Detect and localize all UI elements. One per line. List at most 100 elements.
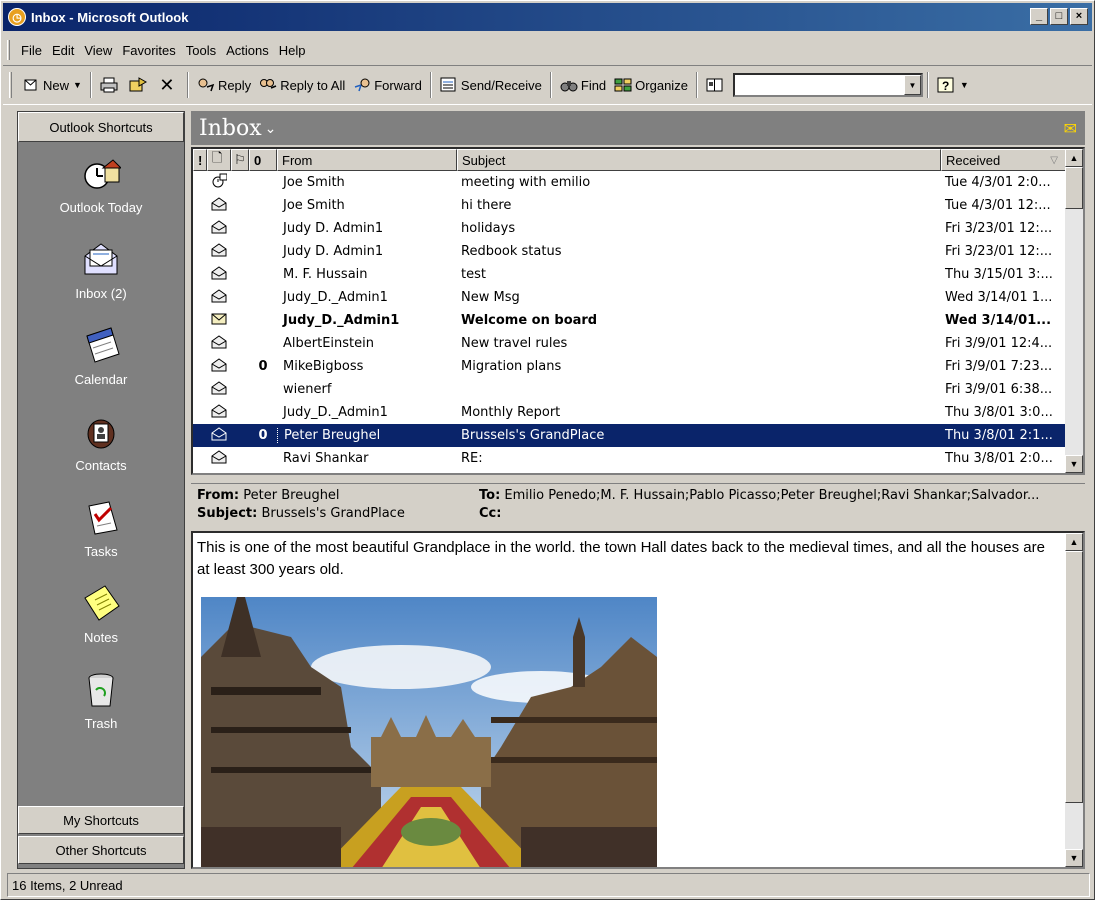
- minimize-button[interactable]: _: [1030, 8, 1048, 25]
- toolbar-separator: [926, 72, 929, 98]
- importance-column-header[interactable]: !: [193, 149, 207, 171]
- other-shortcuts-button[interactable]: Other Shortcuts: [18, 836, 184, 864]
- shortcut-contacts[interactable]: Contacts: [18, 412, 184, 473]
- toolbar-grip[interactable]: [9, 72, 12, 98]
- shortcut-notes[interactable]: Notes: [18, 584, 184, 645]
- menu-file[interactable]: File: [16, 41, 47, 60]
- from-cell: wienerf: [283, 382, 332, 397]
- message-row[interactable]: Ravi Shankar RE: Thu 3/8/01 2:0...: [193, 447, 1067, 470]
- to-value[interactable]: Emilio Penedo;M. F. Hussain;Pablo Picass…: [504, 488, 1039, 503]
- shortcut-label: Trash: [84, 716, 118, 731]
- message-row[interactable]: Judy_D._Admin1 Monthly Report Thu 3/8/01 3…: [193, 401, 1067, 424]
- print-button[interactable]: [96, 71, 125, 99]
- shortcut-inbox[interactable]: Inbox (2): [18, 240, 184, 301]
- toolbar-separator: [186, 72, 189, 98]
- scroll-down-button[interactable]: ▼: [1065, 455, 1083, 473]
- shortcut-trash[interactable]: Trash: [18, 670, 184, 731]
- chevron-down-icon[interactable]: ▼: [903, 75, 921, 95]
- find-button[interactable]: Find: [556, 71, 610, 99]
- subject-cell: hi there: [461, 198, 512, 213]
- outlook-app-icon[interactable]: ◷: [8, 8, 26, 26]
- shortcut-calendar[interactable]: Calendar: [18, 326, 184, 387]
- maximize-button[interactable]: □: [1050, 8, 1068, 25]
- message-row[interactable]: 0 MikeBigboss Migration plans Fri 3/9/01 7:…: [193, 355, 1067, 378]
- delete-button[interactable]: ✕: [154, 71, 183, 99]
- scroll-up-button[interactable]: ▲: [1065, 533, 1083, 551]
- menu-help[interactable]: Help: [274, 41, 311, 60]
- folder-dropdown-icon[interactable]: ⌄: [265, 120, 277, 137]
- help-button[interactable]: ? ▼: [933, 71, 973, 99]
- forward-button[interactable]: Forward: [349, 71, 426, 99]
- from-column-header[interactable]: From: [277, 149, 457, 171]
- organize-button[interactable]: Organize: [610, 71, 692, 99]
- received-cell: Wed 3/14/01...: [945, 313, 1052, 328]
- message-type-cell: [207, 242, 231, 261]
- from-cell: Joe Smith: [283, 198, 345, 213]
- message-type-cell: [207, 313, 231, 329]
- move-to-folder-button[interactable]: [125, 71, 154, 99]
- shortcut-outlook-today[interactable]: Outlook Today: [18, 154, 184, 215]
- address-book-icon: [706, 77, 724, 93]
- menu-favorites[interactable]: Favorites: [117, 41, 180, 60]
- received-label: Received: [946, 152, 1001, 168]
- message-list-scrollbar[interactable]: ▲ ▼: [1065, 149, 1083, 473]
- message-row[interactable]: Judy_D._Admin1 New Msg Wed 3/14/01 1...: [193, 286, 1067, 309]
- scroll-up-button[interactable]: ▲: [1065, 149, 1083, 167]
- scroll-thumb[interactable]: [1065, 551, 1083, 803]
- shortcut-label: Notes: [84, 630, 118, 645]
- received-cell: Wed 3/14/01 1...: [945, 290, 1053, 305]
- icon-column-header[interactable]: 🗋: [207, 149, 231, 171]
- reply-button[interactable]: Reply: [193, 71, 255, 99]
- close-button[interactable]: ×: [1070, 8, 1088, 25]
- menubar-grip[interactable]: [7, 40, 10, 60]
- send-receive-button[interactable]: Send/Receive: [436, 71, 546, 99]
- message-row[interactable]: M. F. Hussain test Thu 3/15/01 3:...: [193, 263, 1067, 286]
- find-contact-combobox[interactable]: ▼: [732, 73, 923, 97]
- shortcut-tasks[interactable]: Tasks: [18, 498, 184, 559]
- from-cell: MikeBigboss: [283, 359, 364, 374]
- message-row[interactable]: Judy D. Admin1 holidays Fri 3/23/01 12:...: [193, 217, 1067, 240]
- scroll-down-button[interactable]: ▼: [1065, 849, 1083, 867]
- from-value[interactable]: Peter Breughel: [243, 488, 339, 503]
- outlook-shortcuts-header[interactable]: Outlook Shortcuts: [18, 112, 184, 142]
- flag-column-header[interactable]: ⚐: [231, 149, 249, 171]
- new-mail-icon: [22, 77, 40, 93]
- message-type-cell: [207, 173, 231, 193]
- address-book-button[interactable]: [702, 71, 731, 99]
- attachment-column-header[interactable]: 0: [249, 149, 277, 171]
- message-row[interactable]: Joe Smith meeting with emilio Tue 4/3/01 2…: [193, 171, 1067, 194]
- menu-tools[interactable]: Tools: [181, 41, 221, 60]
- received-cell: Thu 3/8/01 2:0...: [945, 451, 1053, 466]
- subject-cell: New travel rules: [461, 336, 568, 351]
- folder-title[interactable]: Inbox: [199, 116, 262, 141]
- title-bar: ◷ Inbox - Microsoft Outlook _ □ ×: [3, 3, 1092, 31]
- subject-cell: Redbook status: [461, 244, 562, 259]
- preview-pane[interactable]: This is one of the most beautiful Grandp…: [191, 531, 1085, 869]
- preview-scrollbar[interactable]: ▲ ▼: [1065, 533, 1083, 867]
- message-type-cell: [207, 288, 231, 307]
- menu-actions[interactable]: Actions: [221, 41, 274, 60]
- menu-view[interactable]: View: [79, 41, 117, 60]
- received-column-header[interactable]: Received ▽: [941, 149, 1067, 171]
- new-button[interactable]: New ▼: [18, 71, 86, 99]
- new-dropdown-icon[interactable]: ▼: [73, 80, 82, 90]
- received-cell: Tue 4/3/01 2:0...: [945, 175, 1051, 190]
- subject-column-header[interactable]: Subject: [457, 149, 941, 171]
- message-row[interactable]: Joe Smith hi there Tue 4/3/01 12:...: [193, 194, 1067, 217]
- message-type-cell: [207, 403, 231, 422]
- message-row[interactable]: 0 Peter Breughel Brussels's GrandPlace Thu …: [193, 424, 1067, 447]
- message-row[interactable]: AlbertEinstein New travel rules Fri 3/9/01…: [193, 332, 1067, 355]
- notes-icon: [81, 584, 121, 624]
- message-row[interactable]: Judy D. Admin1 Redbook status Fri 3/23/01 …: [193, 240, 1067, 263]
- cc-label: Cc:: [479, 506, 502, 521]
- find-button-label: Find: [580, 77, 607, 93]
- reply-all-button[interactable]: Reply to All: [255, 71, 349, 99]
- scroll-thumb[interactable]: [1065, 167, 1083, 209]
- message-row[interactable]: Judy_D._Admin1 Welcome on board Wed 3/14/0…: [193, 309, 1067, 332]
- message-row[interactable]: wienerf Fri 3/9/01 6:38...: [193, 378, 1067, 401]
- from-cell: Peter Breughel: [277, 428, 457, 443]
- menu-edit[interactable]: Edit: [47, 41, 79, 60]
- help-dropdown-icon[interactable]: ▼: [960, 80, 969, 90]
- received-cell: Thu 3/8/01 3:0...: [945, 405, 1053, 420]
- my-shortcuts-button[interactable]: My Shortcuts: [18, 806, 184, 834]
